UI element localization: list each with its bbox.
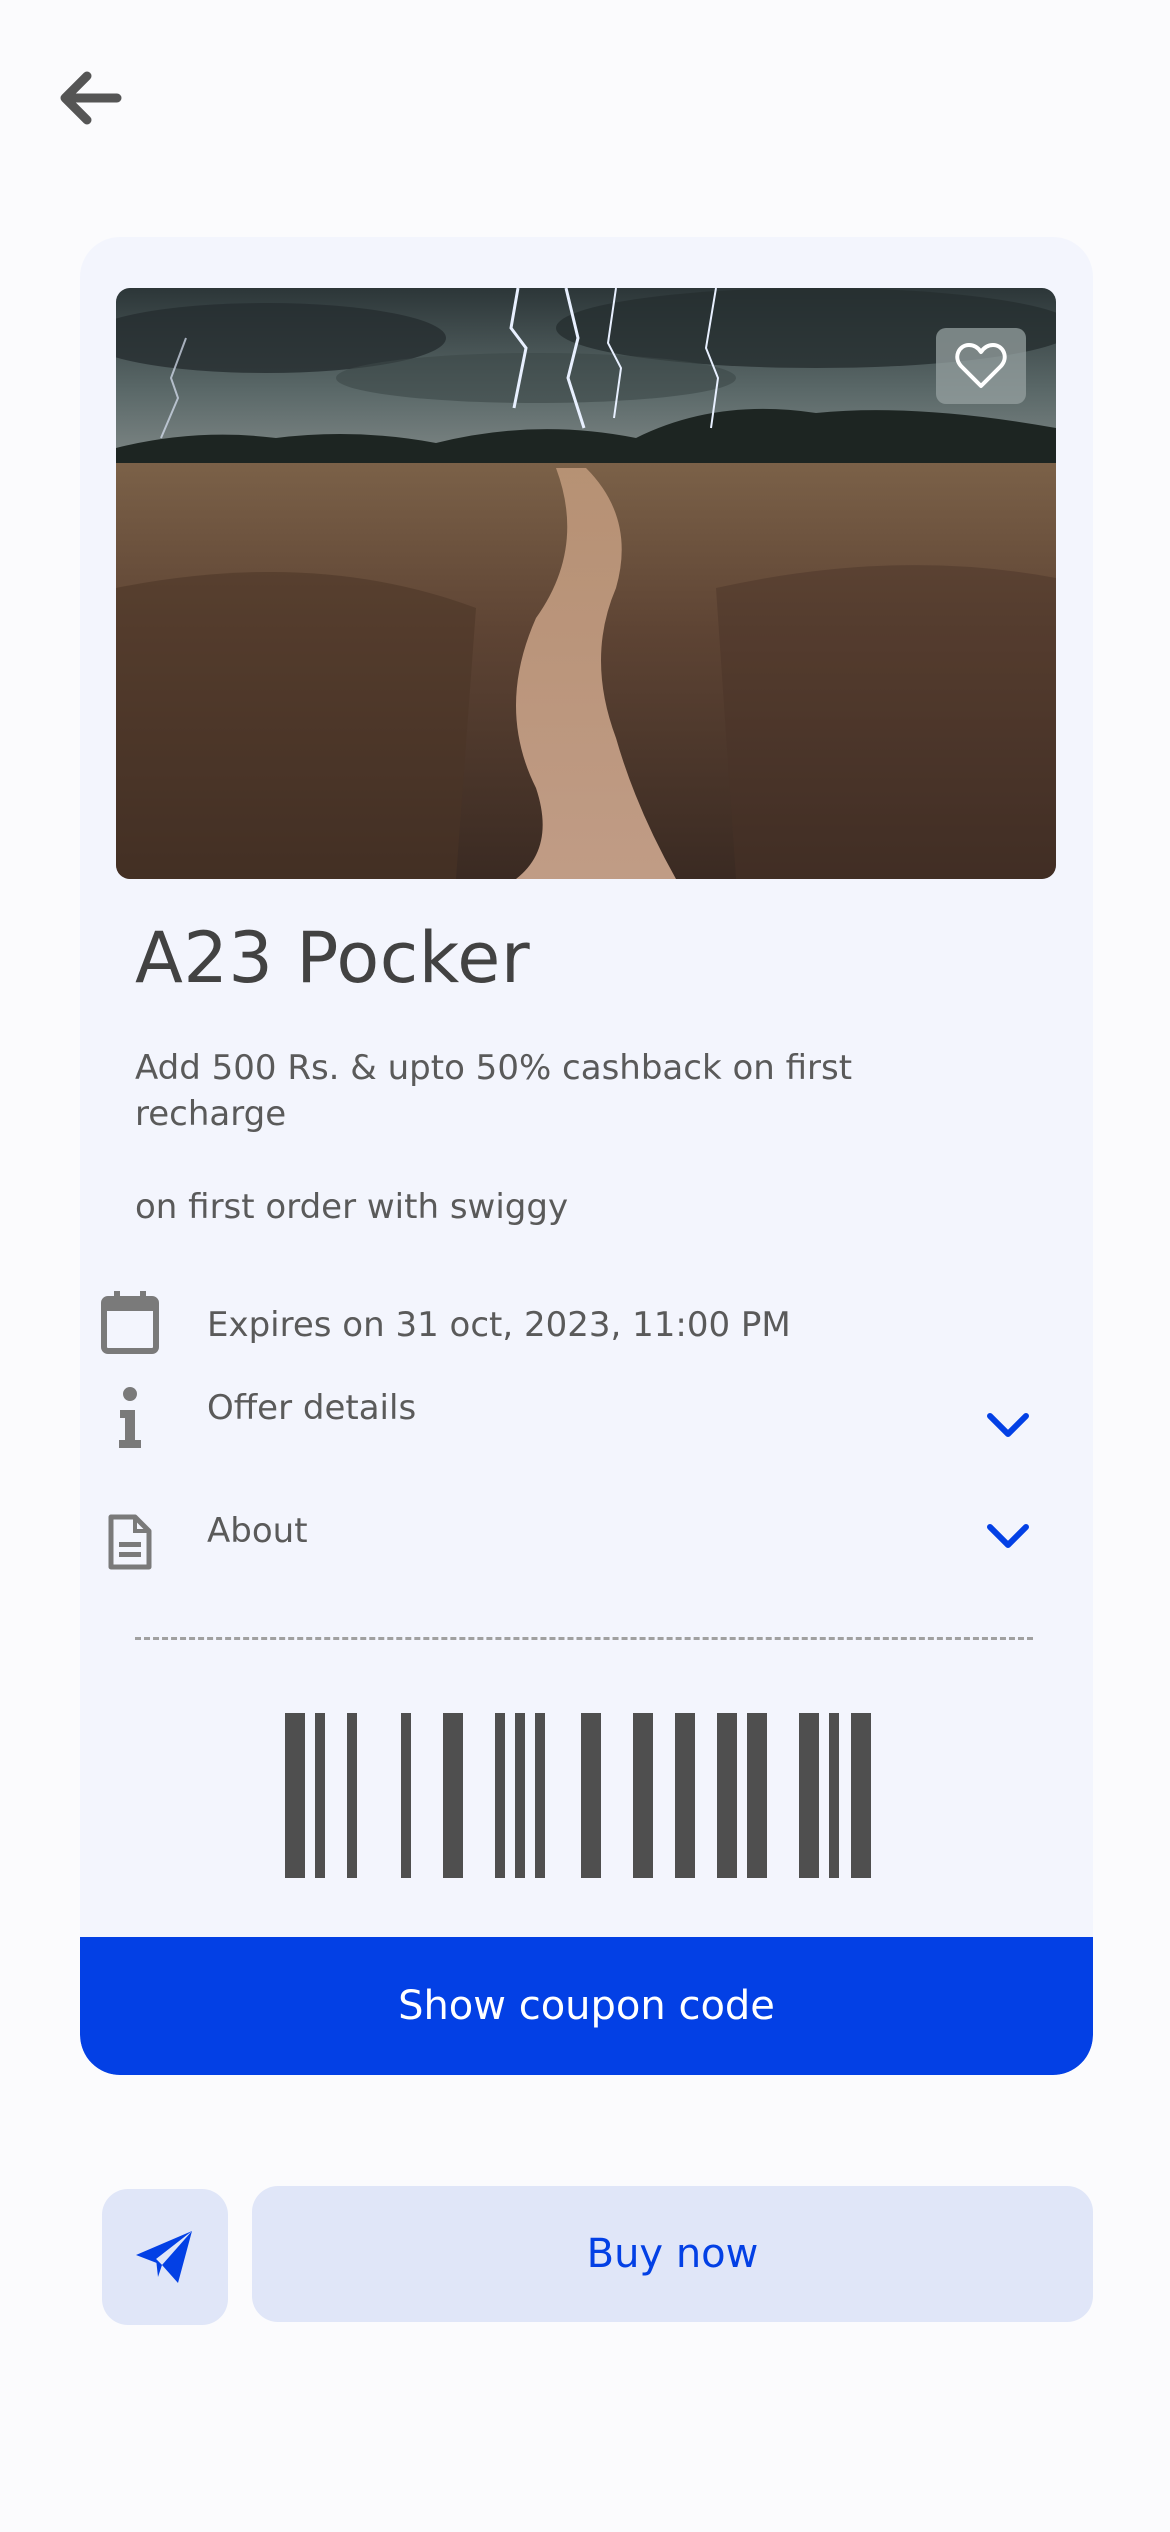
offer-description: Add 500 Rs. & upto 50% cashback on first… [135,1048,853,1134]
show-coupon-code-button[interactable]: Show coupon code [80,1937,1093,2075]
about-row[interactable]: About [80,1507,1093,1587]
offer-details-row[interactable]: Offer details [80,1384,1093,1464]
about-label: About [207,1511,308,1551]
calendar-icon [98,1287,162,1357]
barcode [285,1713,885,1882]
info-icon [98,1384,162,1454]
offer-card: A23 Pocker Add 500 Rs. & upto 50% cashba… [80,237,1093,2075]
share-button[interactable] [102,2189,228,2325]
expiry-row: Expires on 31 oct, 2023, 11:00 PM [80,1287,1093,1367]
offer-title: A23 Pocker [135,917,531,999]
document-icon [98,1507,162,1577]
chevron-down-icon[interactable] [983,1517,1033,1557]
chevron-down-icon[interactable] [983,1406,1033,1446]
arrow-left-icon [60,71,122,125]
offer-details-label: Offer details [207,1388,417,1428]
favorite-button[interactable] [936,328,1026,404]
offer-subdescription: on first order with swiggy [135,1187,569,1227]
buy-now-button[interactable]: Buy now [252,2186,1093,2322]
dashed-divider [135,1637,1033,1640]
heart-icon [955,343,1007,388]
back-button[interactable] [50,58,130,138]
paper-plane-icon [136,2231,192,2283]
expiry-label: Expires on 31 oct, 2023, 11:00 PM [207,1305,791,1345]
offer-image [116,288,1056,879]
